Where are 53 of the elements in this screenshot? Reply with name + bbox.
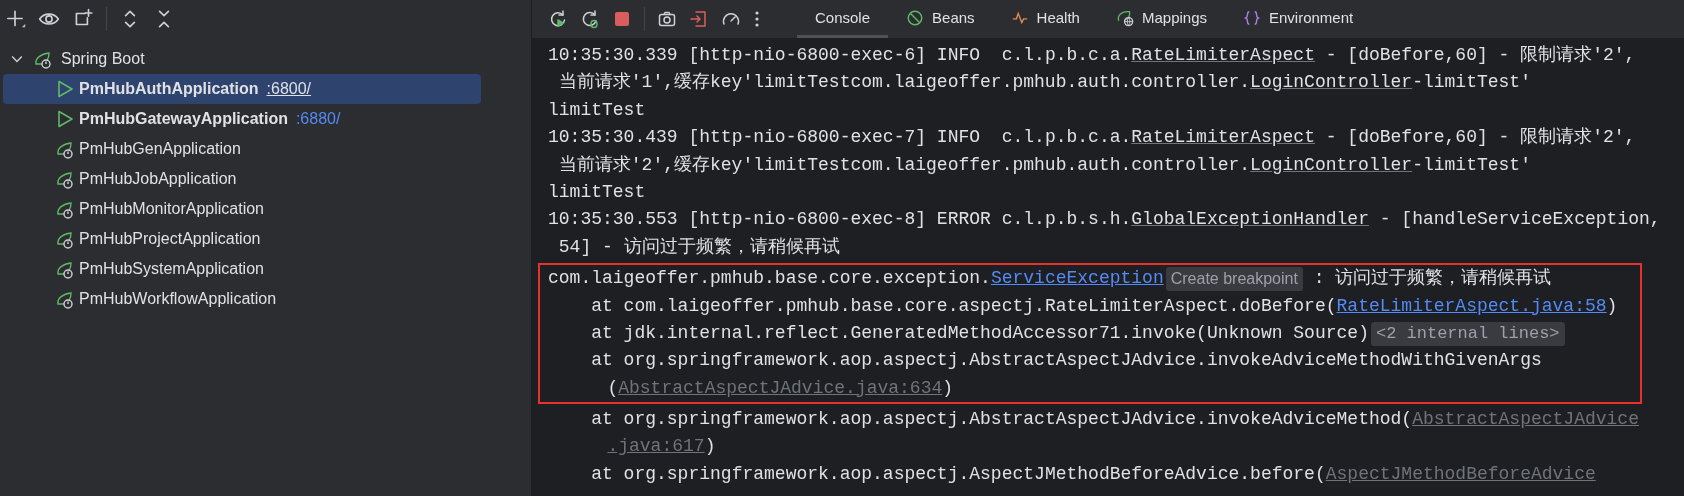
tree-item[interactable]: PmHubGenApplication xyxy=(3,134,481,164)
rerun-debug-icon[interactable] xyxy=(580,9,600,29)
console-line: at com.laigeoffer.pmhub.base.core.aspectj.RateLimiterAspect.doBefore(RateLimiterAspect.java:58) xyxy=(548,292,1640,320)
console-line: 54] - 访问过于频繁，请稍候再试 xyxy=(557,235,841,259)
inline-hint[interactable]: <2 internal lines> xyxy=(1370,321,1565,346)
console-line: (AbstractAspectJAdvice.java:634) xyxy=(548,374,1640,403)
tree-item[interactable]: PmHubAuthApplication :6800/ xyxy=(3,74,481,104)
console-line: at jdk.internal.reflect.GeneratedMethodAccessor71.invoke(Unknown Source) <2 internal lines> xyxy=(548,319,1640,348)
console-line: limitTest xyxy=(548,180,647,204)
spring-icon xyxy=(55,199,75,219)
camera-icon[interactable] xyxy=(657,9,677,29)
stop-icon[interactable] xyxy=(612,9,632,29)
spring-icon xyxy=(55,169,75,189)
play-icon xyxy=(55,79,75,99)
console-line: at org.springframework.aop.aspectj.AspectJMethodBeforeAdvice.before(AspectJMethodBeforeAdvice xyxy=(548,460,1682,489)
tab[interactable]: Console xyxy=(797,0,889,38)
tree-node[interactable]: Spring Boot xyxy=(3,44,481,74)
console-line: at org.springframework.aop.aspectj.AbstractAspectJAdvice.invokeAdviceMethod(AbstractAspectJAdvice xyxy=(548,406,1682,434)
exit-icon[interactable] xyxy=(689,9,709,29)
braces-icon xyxy=(1243,8,1261,27)
spring-icon xyxy=(55,139,75,159)
source-link[interactable]: RateLimiterAspect.java:58 xyxy=(1336,292,1607,320)
tree-item[interactable]: PmHubGatewayApplication :6880/ xyxy=(3,104,481,134)
console-line: 10:35:30.553 [http-nio-6800-exec-8] ERROR c.l.p.b.s.h.GlobalExceptionHandler - [handleServiceException, xyxy=(548,208,1662,232)
rerun-icon[interactable] xyxy=(548,9,568,29)
tab[interactable]: Beans xyxy=(888,0,993,38)
spring-icon xyxy=(55,259,75,279)
source-link[interactable]: ServiceException xyxy=(990,265,1164,293)
tree-item[interactable]: PmHubProjectApplication xyxy=(3,224,481,254)
spring-icon xyxy=(55,289,75,309)
more-icon[interactable] xyxy=(753,9,761,29)
spring-icon xyxy=(33,49,53,69)
console-line: 10:35:30.339 [http-nio-6800-exec-6] INFO c.l.p.b.c.a.RateLimiterAspect - [doBefore,60] - 限制请求'2', xyxy=(548,44,1637,67)
tree-item[interactable]: PmHubMonitorApplication xyxy=(3,194,481,224)
tab[interactable]: Mappings xyxy=(1097,0,1225,38)
console-line: .java:617) xyxy=(548,433,1682,461)
console-line: at org.springframework.aop.aspectj.AbstractAspectJAdvice.invokeAdviceMethodWithGivenArgs xyxy=(590,349,1543,373)
tree-item[interactable]: PmHubJobApplication xyxy=(3,164,481,194)
inline-hint[interactable]: Create breakpoint xyxy=(1165,266,1303,291)
add-icon[interactable] xyxy=(4,8,26,30)
console-line: 当前请求'1',缓存key'limitTestcom.laigeoffer.pmhub.auth.controller.LoginController-limitTest' xyxy=(557,71,1532,95)
prohibited-circle-icon xyxy=(906,8,925,27)
spring-icon xyxy=(55,229,75,249)
tree-item[interactable]: PmHubWorkflowApplication xyxy=(3,284,481,314)
tab[interactable]: Health xyxy=(992,0,1098,38)
console-line: 10:35:30.439 [http-nio-6800-exec-7] INFO c.l.p.b.c.a.RateLimiterAspect - [doBefore,60] - 限制请求'2', xyxy=(548,126,1637,150)
tab[interactable]: Environment xyxy=(1225,0,1372,38)
console-line: com.laigeoffer.pmhub.base.core.exception.ServiceException Create breakpoint : 访问过于频繁，请稍候再试 xyxy=(548,265,1640,293)
console-line: 当前请求'2',缓存key'limitTestcom.laigeoffer.pmhub.auth.controller.LoginController-limitTest' xyxy=(557,153,1532,177)
tree-item[interactable]: PmHubSystemApplication xyxy=(3,254,481,284)
globe-icon xyxy=(1115,8,1134,27)
play-icon xyxy=(55,109,75,129)
console-line: limitTest xyxy=(548,98,647,122)
